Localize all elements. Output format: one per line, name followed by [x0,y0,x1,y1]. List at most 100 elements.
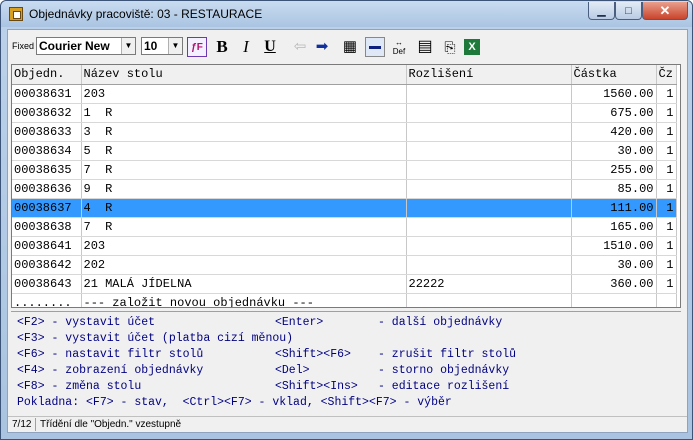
table-header-row: Objedn. Název stolu Rozlišení Částka Čz [12,65,677,85]
col-header-cz[interactable]: Čz [656,65,677,85]
table-row[interactable]: 00038636 9 R 85.00 1 [12,179,677,199]
distinction-cell[interactable] [406,141,572,161]
cz-cell[interactable]: 1 [656,217,677,237]
amount-cell[interactable]: 1560.00 [571,84,657,104]
distinction-cell[interactable] [406,236,572,256]
font-dialog-icon[interactable]: ƒF [187,37,207,57]
distinction-cell[interactable] [406,179,572,199]
cz-cell[interactable]: 1 [656,160,677,180]
arrow-left-icon[interactable]: ⇦ [290,37,310,57]
order-number-cell[interactable]: 00038641 [12,236,82,256]
amount-cell[interactable]: 30.00 [571,141,657,161]
distinction-cell[interactable] [406,84,572,104]
amount-cell[interactable]: 1510.00 [571,236,657,256]
order-number-cell[interactable]: 00038636 [12,179,82,199]
col-header-amount[interactable]: Částka [571,65,657,85]
table-name-cell[interactable]: 3 R [81,122,407,142]
amount-cell[interactable]: 360.00 [571,274,657,294]
col-header-order[interactable]: Objedn. [12,65,82,85]
close-button[interactable]: ✕ [642,2,688,20]
title-bar[interactable]: Objednávky pracoviště: 03 - RESTAURACE ▁… [1,1,692,27]
italic-icon[interactable]: I [236,37,256,57]
line-icon[interactable] [365,37,385,57]
col-header-table-name[interactable]: Název stolu [81,65,407,85]
copy-icon[interactable]: ⎘ [440,37,460,57]
cz-cell[interactable]: 1 [656,141,677,161]
table-row[interactable]: 00038638 7 R 165.00 1 [12,217,677,237]
list-icon[interactable]: ▤ [415,37,435,57]
distinction-cell[interactable] [406,217,572,237]
table-row[interactable]: 00038634 5 R 30.00 1 [12,141,677,161]
table-name-cell[interactable]: 203 [81,84,407,104]
help-cash-register: Pokladna: <F7> - stav, <Ctrl><F7> - vkla… [17,396,452,409]
table-row[interactable]: 00038643 21 MALÁ JÍDELNA 22222 360.00 1 [12,274,677,294]
app-icon[interactable] [9,7,23,21]
order-number-cell[interactable]: 00038634 [12,141,82,161]
table-name-cell[interactable]: 4 R [81,198,407,218]
table-name-cell[interactable]: 21 MALÁ JÍDELNA [81,274,407,294]
table-row[interactable]: 00038633 3 R 420.00 1 [12,122,677,142]
table-name-cell[interactable]: 1 R [81,103,407,123]
order-number-cell[interactable]: 00038638 [12,217,82,237]
status-divider [35,418,36,431]
arrow-right-icon[interactable]: ➡ [312,37,332,57]
order-number-cell[interactable]: 00038633 [12,122,82,142]
table-name-cell[interactable]: 7 R [81,217,407,237]
amount-cell[interactable]: 255.00 [571,160,657,180]
table-name-cell[interactable]: 5 R [81,141,407,161]
cz-cell[interactable]: 1 [656,274,677,294]
amount-cell[interactable]: 165.00 [571,217,657,237]
client-area: Fixed Courier New ▼ 10 ▼ ƒF B I U ⇦ ➡ ▦ ↔ D… [7,29,688,433]
table-row[interactable]: 00038642 202 30.00 1 [12,255,677,275]
new-order-row[interactable]: ........ --- založit novou objednávku --- [12,293,677,307]
distinction-cell[interactable] [406,103,572,123]
font-select[interactable]: Courier New ▼ [36,37,136,55]
distinction-cell[interactable] [406,160,572,180]
table-name-cell[interactable]: 202 [81,255,407,275]
col-header-distinction[interactable]: Rozlišení [406,65,572,85]
table-row[interactable]: 00038635 7 R 255.00 1 [12,160,677,180]
amount-cell[interactable]: 85.00 [571,179,657,199]
amount-cell[interactable]: 420.00 [571,122,657,142]
cz-cell[interactable]: 1 [656,122,677,142]
table-row[interactable]: 00038637 4 R 111.00 1 [12,198,677,218]
grid-icon[interactable]: ▦ [340,37,360,57]
table-name-cell[interactable]: 9 R [81,179,407,199]
amount-cell[interactable]: 675.00 [571,103,657,123]
bold-icon[interactable]: B [212,37,232,57]
minimize-button[interactable]: ▁ [588,2,615,20]
cz-cell[interactable]: 1 [656,198,677,218]
order-number-cell[interactable]: 00038643 [12,274,82,294]
table-row[interactable]: 00038641 203 1510.00 1 [12,236,677,256]
distinction-cell[interactable] [406,255,572,275]
order-number-cell[interactable]: 00038632 [12,103,82,123]
table-row[interactable]: 00038632 1 R 675.00 1 [12,103,677,123]
underline-icon[interactable]: U [260,37,280,57]
amount-cell[interactable]: 111.00 [571,198,657,218]
amount-cell[interactable]: 30.00 [571,255,657,275]
fixed-font-toggle[interactable]: Fixed [12,41,34,51]
cz-cell[interactable]: 1 [656,179,677,199]
excel-icon[interactable]: X [464,39,480,55]
cz-cell[interactable]: 1 [656,236,677,256]
table-row[interactable]: 00038631 203 1560.00 1 [12,84,677,104]
default-width-icon[interactable]: ↔ Def [389,37,409,57]
order-number-cell[interactable]: 00038635 [12,160,82,180]
distinction-cell[interactable] [406,198,572,218]
new-order-label[interactable]: --- založit novou objednávku --- [81,293,407,307]
order-number-cell[interactable]: 00038631 [12,84,82,104]
distinction-cell[interactable] [406,122,572,142]
help-f8: <F8> - změna stolu [17,380,142,393]
order-number-cell[interactable]: 00038637 [12,198,82,218]
sort-info: Třídění dle "Objedn." vzestupně [40,419,182,430]
cz-cell[interactable]: 1 [656,84,677,104]
maximize-button[interactable]: □ [615,2,642,20]
cz-cell[interactable]: 1 [656,103,677,123]
cz-cell[interactable]: 1 [656,255,677,275]
table-name-cell[interactable]: 203 [81,236,407,256]
table-name-cell[interactable]: 7 R [81,160,407,180]
order-number-cell[interactable]: 00038642 [12,255,82,275]
new-row-dots: ........ [12,293,82,307]
font-size-select[interactable]: 10 ▼ [141,37,183,55]
distinction-cell[interactable]: 22222 [406,274,572,294]
